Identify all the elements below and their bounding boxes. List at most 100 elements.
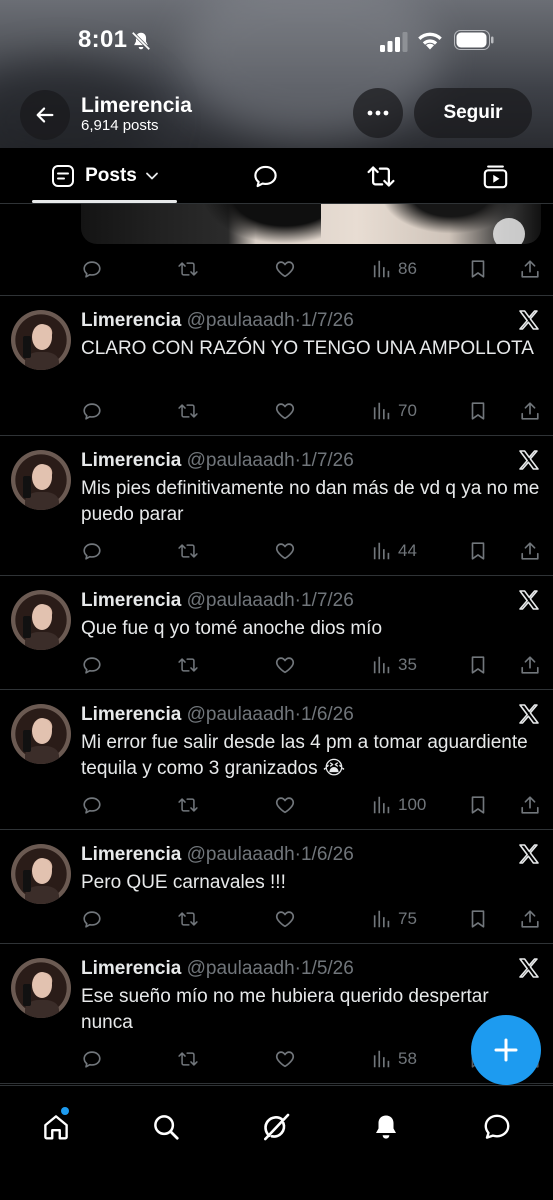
tweet-handle[interactable]: @paulaaadh bbox=[187, 310, 295, 331]
repost-button[interactable] bbox=[177, 538, 199, 564]
bookmark-button[interactable] bbox=[467, 652, 489, 678]
back-button[interactable] bbox=[20, 90, 70, 140]
repost-icon bbox=[178, 1052, 198, 1066]
views-icon bbox=[373, 260, 390, 278]
tweet-text: Ese sueño mío no me hubiera querido desp… bbox=[81, 986, 489, 1033]
repost-button[interactable] bbox=[177, 792, 199, 818]
repost-button[interactable] bbox=[177, 652, 199, 678]
profile-tabs: Posts bbox=[0, 148, 553, 204]
share-button[interactable] bbox=[519, 398, 541, 424]
reply-button[interactable] bbox=[81, 398, 103, 424]
avatar-part bbox=[23, 616, 31, 638]
avatar-part bbox=[32, 858, 52, 884]
avatar[interactable] bbox=[11, 450, 71, 510]
nav-home[interactable] bbox=[39, 1110, 73, 1144]
avatar[interactable] bbox=[11, 310, 71, 370]
tweet-handle[interactable]: @paulaaadh bbox=[187, 958, 295, 979]
tweet-author-name[interactable]: Limerencia bbox=[81, 704, 181, 725]
reply-button[interactable] bbox=[81, 1046, 103, 1072]
more-icon bbox=[367, 110, 389, 116]
follow-button[interactable]: Seguir bbox=[414, 88, 532, 138]
tab-replies[interactable] bbox=[242, 148, 288, 204]
bookmark-button[interactable] bbox=[467, 256, 489, 282]
post-media-image[interactable] bbox=[81, 204, 541, 244]
x-logo-icon bbox=[519, 844, 539, 864]
bookmark-button[interactable] bbox=[467, 398, 489, 424]
share-button[interactable] bbox=[519, 792, 541, 818]
avatar[interactable] bbox=[11, 844, 71, 904]
tweet[interactable]: Limerencia @paulaaadh·1/5/26 Ese sueño m… bbox=[0, 944, 553, 1083]
tab-media[interactable] bbox=[472, 148, 518, 204]
views-button[interactable]: 86 bbox=[371, 256, 417, 282]
share-button[interactable] bbox=[519, 906, 541, 932]
nav-messages[interactable] bbox=[480, 1110, 514, 1144]
tab-posts[interactable]: Posts bbox=[34, 148, 176, 204]
tweet[interactable]: Limerencia @paulaaadh·1/7/26 Mis pies de… bbox=[0, 436, 553, 575]
reply-button[interactable] bbox=[81, 538, 103, 564]
heart-icon bbox=[275, 403, 295, 420]
like-button[interactable] bbox=[274, 906, 296, 932]
share-button[interactable] bbox=[519, 652, 541, 678]
like-button[interactable] bbox=[274, 398, 296, 424]
share-button[interactable] bbox=[519, 538, 541, 564]
tab-reposts[interactable] bbox=[358, 148, 404, 204]
like-button[interactable] bbox=[274, 1046, 296, 1072]
tweet-date[interactable]: 1/5/26 bbox=[301, 958, 354, 979]
tweet[interactable]: Limerencia @paulaaadh·1/6/26 Pero QUE ca… bbox=[0, 830, 553, 943]
nav-grok[interactable] bbox=[259, 1110, 293, 1144]
views-icon bbox=[373, 656, 390, 674]
avatar[interactable] bbox=[11, 704, 71, 764]
avatar[interactable] bbox=[11, 958, 71, 1018]
tweet-handle[interactable]: @paulaaadh bbox=[187, 590, 295, 611]
repost-button[interactable] bbox=[177, 256, 199, 282]
bookmark-button[interactable] bbox=[467, 538, 489, 564]
views-button[interactable]: 35 bbox=[371, 652, 417, 678]
tweet-header: Limerencia @paulaaadh·1/6/26 bbox=[81, 704, 354, 726]
repost-button[interactable] bbox=[177, 1046, 199, 1072]
nav-notifications[interactable] bbox=[369, 1110, 403, 1144]
bookmark-button[interactable] bbox=[467, 792, 489, 818]
replies-icon bbox=[253, 165, 277, 187]
repost-button[interactable] bbox=[177, 906, 199, 932]
more-button[interactable] bbox=[353, 88, 403, 138]
reply-button[interactable] bbox=[81, 792, 103, 818]
tweet[interactable]: Limerencia @paulaaadh·1/7/26 Que fue q y… bbox=[0, 576, 553, 689]
tweet-date[interactable]: 1/6/26 bbox=[301, 844, 354, 865]
like-button[interactable] bbox=[274, 256, 296, 282]
reply-button[interactable] bbox=[81, 906, 103, 932]
x-logo-icon bbox=[519, 310, 539, 330]
tweet[interactable]: Limerencia @paulaaadh·1/7/26 CLARO CON R… bbox=[0, 296, 553, 435]
tweet-date[interactable]: 1/7/26 bbox=[301, 450, 354, 471]
views-button[interactable]: 100 bbox=[371, 792, 426, 818]
views-button[interactable]: 70 bbox=[371, 398, 417, 424]
tweet-handle[interactable]: @paulaaadh bbox=[187, 450, 295, 471]
tweet-author-name[interactable]: Limerencia bbox=[81, 844, 181, 865]
tweet-date[interactable]: 1/7/26 bbox=[301, 310, 354, 331]
tweet-handle[interactable]: @paulaaadh bbox=[187, 704, 295, 725]
share-button[interactable] bbox=[519, 256, 541, 282]
tweet-author-name[interactable]: Limerencia bbox=[81, 958, 181, 979]
bottom-navigation bbox=[0, 1085, 553, 1200]
tweet-author-name[interactable]: Limerencia bbox=[81, 590, 181, 611]
like-button[interactable] bbox=[274, 538, 296, 564]
repost-button[interactable] bbox=[177, 398, 199, 424]
bookmark-button[interactable] bbox=[467, 906, 489, 932]
compose-post-button[interactable] bbox=[471, 1015, 541, 1085]
nav-search[interactable] bbox=[149, 1110, 183, 1144]
tweet-date[interactable]: 1/6/26 bbox=[301, 704, 354, 725]
tab-active-indicator bbox=[32, 200, 177, 203]
reply-button[interactable] bbox=[81, 652, 103, 678]
tweet[interactable]: Limerencia @paulaaadh·1/6/26 Mi error fu… bbox=[0, 690, 553, 829]
tweet-author-name[interactable]: Limerencia bbox=[81, 450, 181, 471]
tweet-handle[interactable]: @paulaaadh bbox=[187, 844, 295, 865]
like-button[interactable] bbox=[274, 652, 296, 678]
tweet-author-name[interactable]: Limerencia bbox=[81, 310, 181, 331]
reply-button[interactable] bbox=[81, 256, 103, 282]
views-button[interactable]: 44 bbox=[371, 538, 417, 564]
like-button[interactable] bbox=[274, 792, 296, 818]
avatar[interactable] bbox=[11, 590, 71, 650]
views-button[interactable]: 75 bbox=[371, 906, 417, 932]
tweet-date[interactable]: 1/7/26 bbox=[301, 590, 354, 611]
views-button[interactable]: 58 bbox=[371, 1046, 417, 1072]
battery-icon bbox=[454, 30, 494, 50]
